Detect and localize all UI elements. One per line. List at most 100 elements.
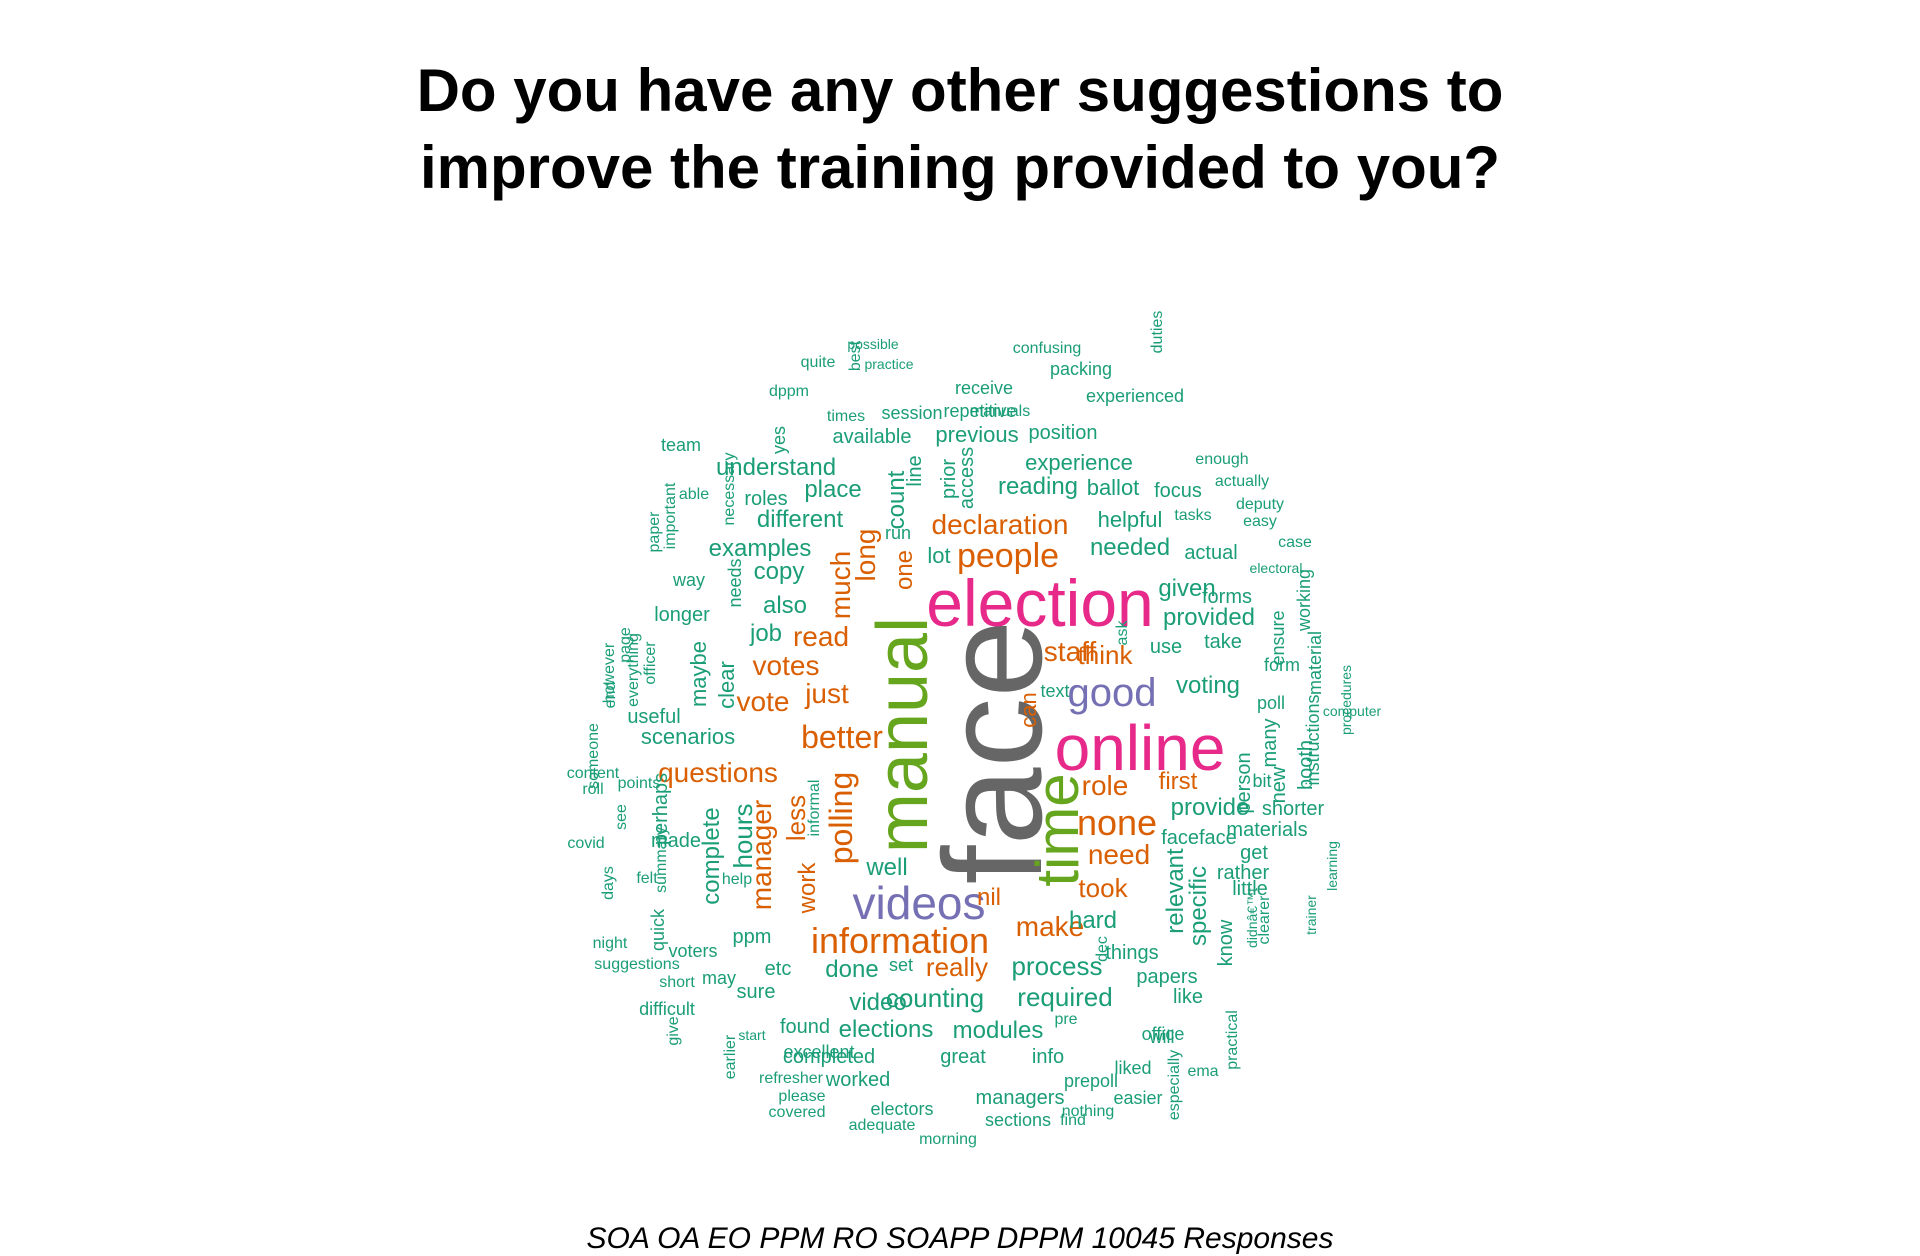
word-deputy: deputy (1235, 496, 1285, 513)
word-voting: voting (1175, 672, 1241, 699)
word-night: night (592, 935, 628, 952)
word-things: things (1105, 942, 1159, 964)
word-electors: electors (870, 1099, 934, 1119)
word-hard: hard (1068, 907, 1118, 934)
word-required: required (1017, 982, 1113, 1012)
word-faceface: faceface (1161, 827, 1237, 849)
word-liked: liked (1114, 1058, 1152, 1078)
word-session: session (881, 403, 943, 423)
word-nil: nil (976, 884, 1002, 911)
word-info: info (1031, 1046, 1065, 1068)
word-video: video (849, 989, 907, 1016)
word-able: able (678, 486, 710, 503)
word-short: short (659, 974, 695, 991)
word-maybe: maybe (686, 640, 711, 708)
word-duties: duties (1149, 310, 1166, 354)
word-refresher: refresher (758, 1070, 824, 1087)
word-papers: papers (1136, 966, 1198, 988)
word-longer: longer (654, 604, 710, 626)
word-get: get (1240, 842, 1268, 864)
word-will: will (1149, 1027, 1175, 1047)
word-pre: pre (1054, 1011, 1078, 1028)
word-booth: booth (1295, 739, 1317, 791)
word-dppm: dppm (768, 383, 810, 400)
word-way: way (672, 570, 706, 590)
word-many: many (1259, 718, 1281, 768)
word-especially: especially (1166, 1049, 1183, 1121)
word-forms: forms (1202, 586, 1252, 608)
word-morning: morning (919, 1131, 977, 1148)
word-role: role (1081, 770, 1129, 801)
word-useful: useful (627, 706, 681, 728)
word-practice: practice (864, 356, 914, 372)
word-first: first (1158, 768, 1198, 795)
word-focus: focus (1154, 480, 1202, 502)
word-done: done (825, 956, 879, 983)
word-earlier: earlier (722, 1034, 739, 1080)
word-needs: needs (725, 558, 745, 608)
word-really: really (925, 952, 989, 982)
word-helpful: helpful (1097, 507, 1163, 532)
word-informal: informal (806, 779, 823, 837)
word-access: access (956, 446, 978, 510)
word-difficult: difficult (639, 999, 695, 1019)
word-poll: poll (1256, 693, 1286, 713)
word-sure: sure (736, 981, 776, 1003)
word-experienced: experienced (1085, 386, 1185, 406)
word-work: work (794, 862, 821, 914)
word-necessary: necessary (721, 452, 738, 526)
word-online: online (1054, 712, 1226, 784)
word-actual: actual (1184, 542, 1238, 564)
word-set: set (888, 955, 914, 975)
word-receive: receive (954, 378, 1014, 398)
word-ema: ema (1187, 1063, 1219, 1080)
word-officer: officer (642, 641, 659, 685)
word-polling: polling (823, 771, 859, 865)
word-quick: quick (648, 908, 668, 952)
word-none: none (1076, 802, 1158, 843)
word-prepoll: prepoll (1063, 1071, 1119, 1091)
word-run: run (884, 523, 912, 543)
word-however: however (601, 642, 618, 704)
word-complete: complete (698, 807, 725, 905)
word-ballot: ballot (1086, 475, 1140, 500)
word-electoral: electoral (1249, 560, 1303, 576)
word-materials: materials (1226, 819, 1308, 841)
word-didn-t: didnâ€™t (1244, 888, 1260, 948)
word-tasks: tasks (1174, 507, 1212, 524)
word-specific: specific (1185, 865, 1212, 947)
word-different: different (756, 506, 844, 533)
word-please: please (778, 1088, 826, 1105)
word-cloud: face manual election online time videos good in… (0, 0, 1920, 1248)
word-may: may (701, 968, 737, 988)
word-clear: clear (714, 661, 739, 709)
word-packing: packing (1049, 359, 1113, 379)
word-took: took (1078, 873, 1128, 903)
word-adequate: adequate (848, 1117, 916, 1134)
word-content: content (566, 765, 620, 782)
word-lot: lot (927, 543, 951, 568)
word-ask: ask (1114, 620, 1131, 646)
word-like: like (1172, 986, 1204, 1008)
word-quite: quite (800, 354, 836, 371)
word-declaration: declaration (931, 509, 1069, 540)
word-job: job (749, 620, 783, 647)
word-process: process (1011, 951, 1103, 981)
word-days: days (600, 866, 617, 900)
word-learning: learning (1324, 841, 1340, 891)
word-paper: paper (646, 511, 663, 553)
word-actually: actually (1214, 473, 1270, 490)
word-provided: provided (1162, 604, 1256, 631)
word-easy: easy (1243, 513, 1277, 530)
word-good: good (1067, 671, 1157, 715)
word-take: take (1204, 631, 1242, 653)
word-practical: practical (1224, 1010, 1241, 1070)
word-procedures: procedures (1338, 664, 1354, 736)
word-people: people (956, 537, 1060, 575)
word-one: one (891, 549, 918, 591)
word-much: much (825, 550, 856, 620)
word-copy: copy (753, 558, 805, 585)
word-available: available (832, 426, 912, 448)
word-managers: managers (975, 1087, 1065, 1109)
word-ppm: ppm (732, 926, 772, 948)
